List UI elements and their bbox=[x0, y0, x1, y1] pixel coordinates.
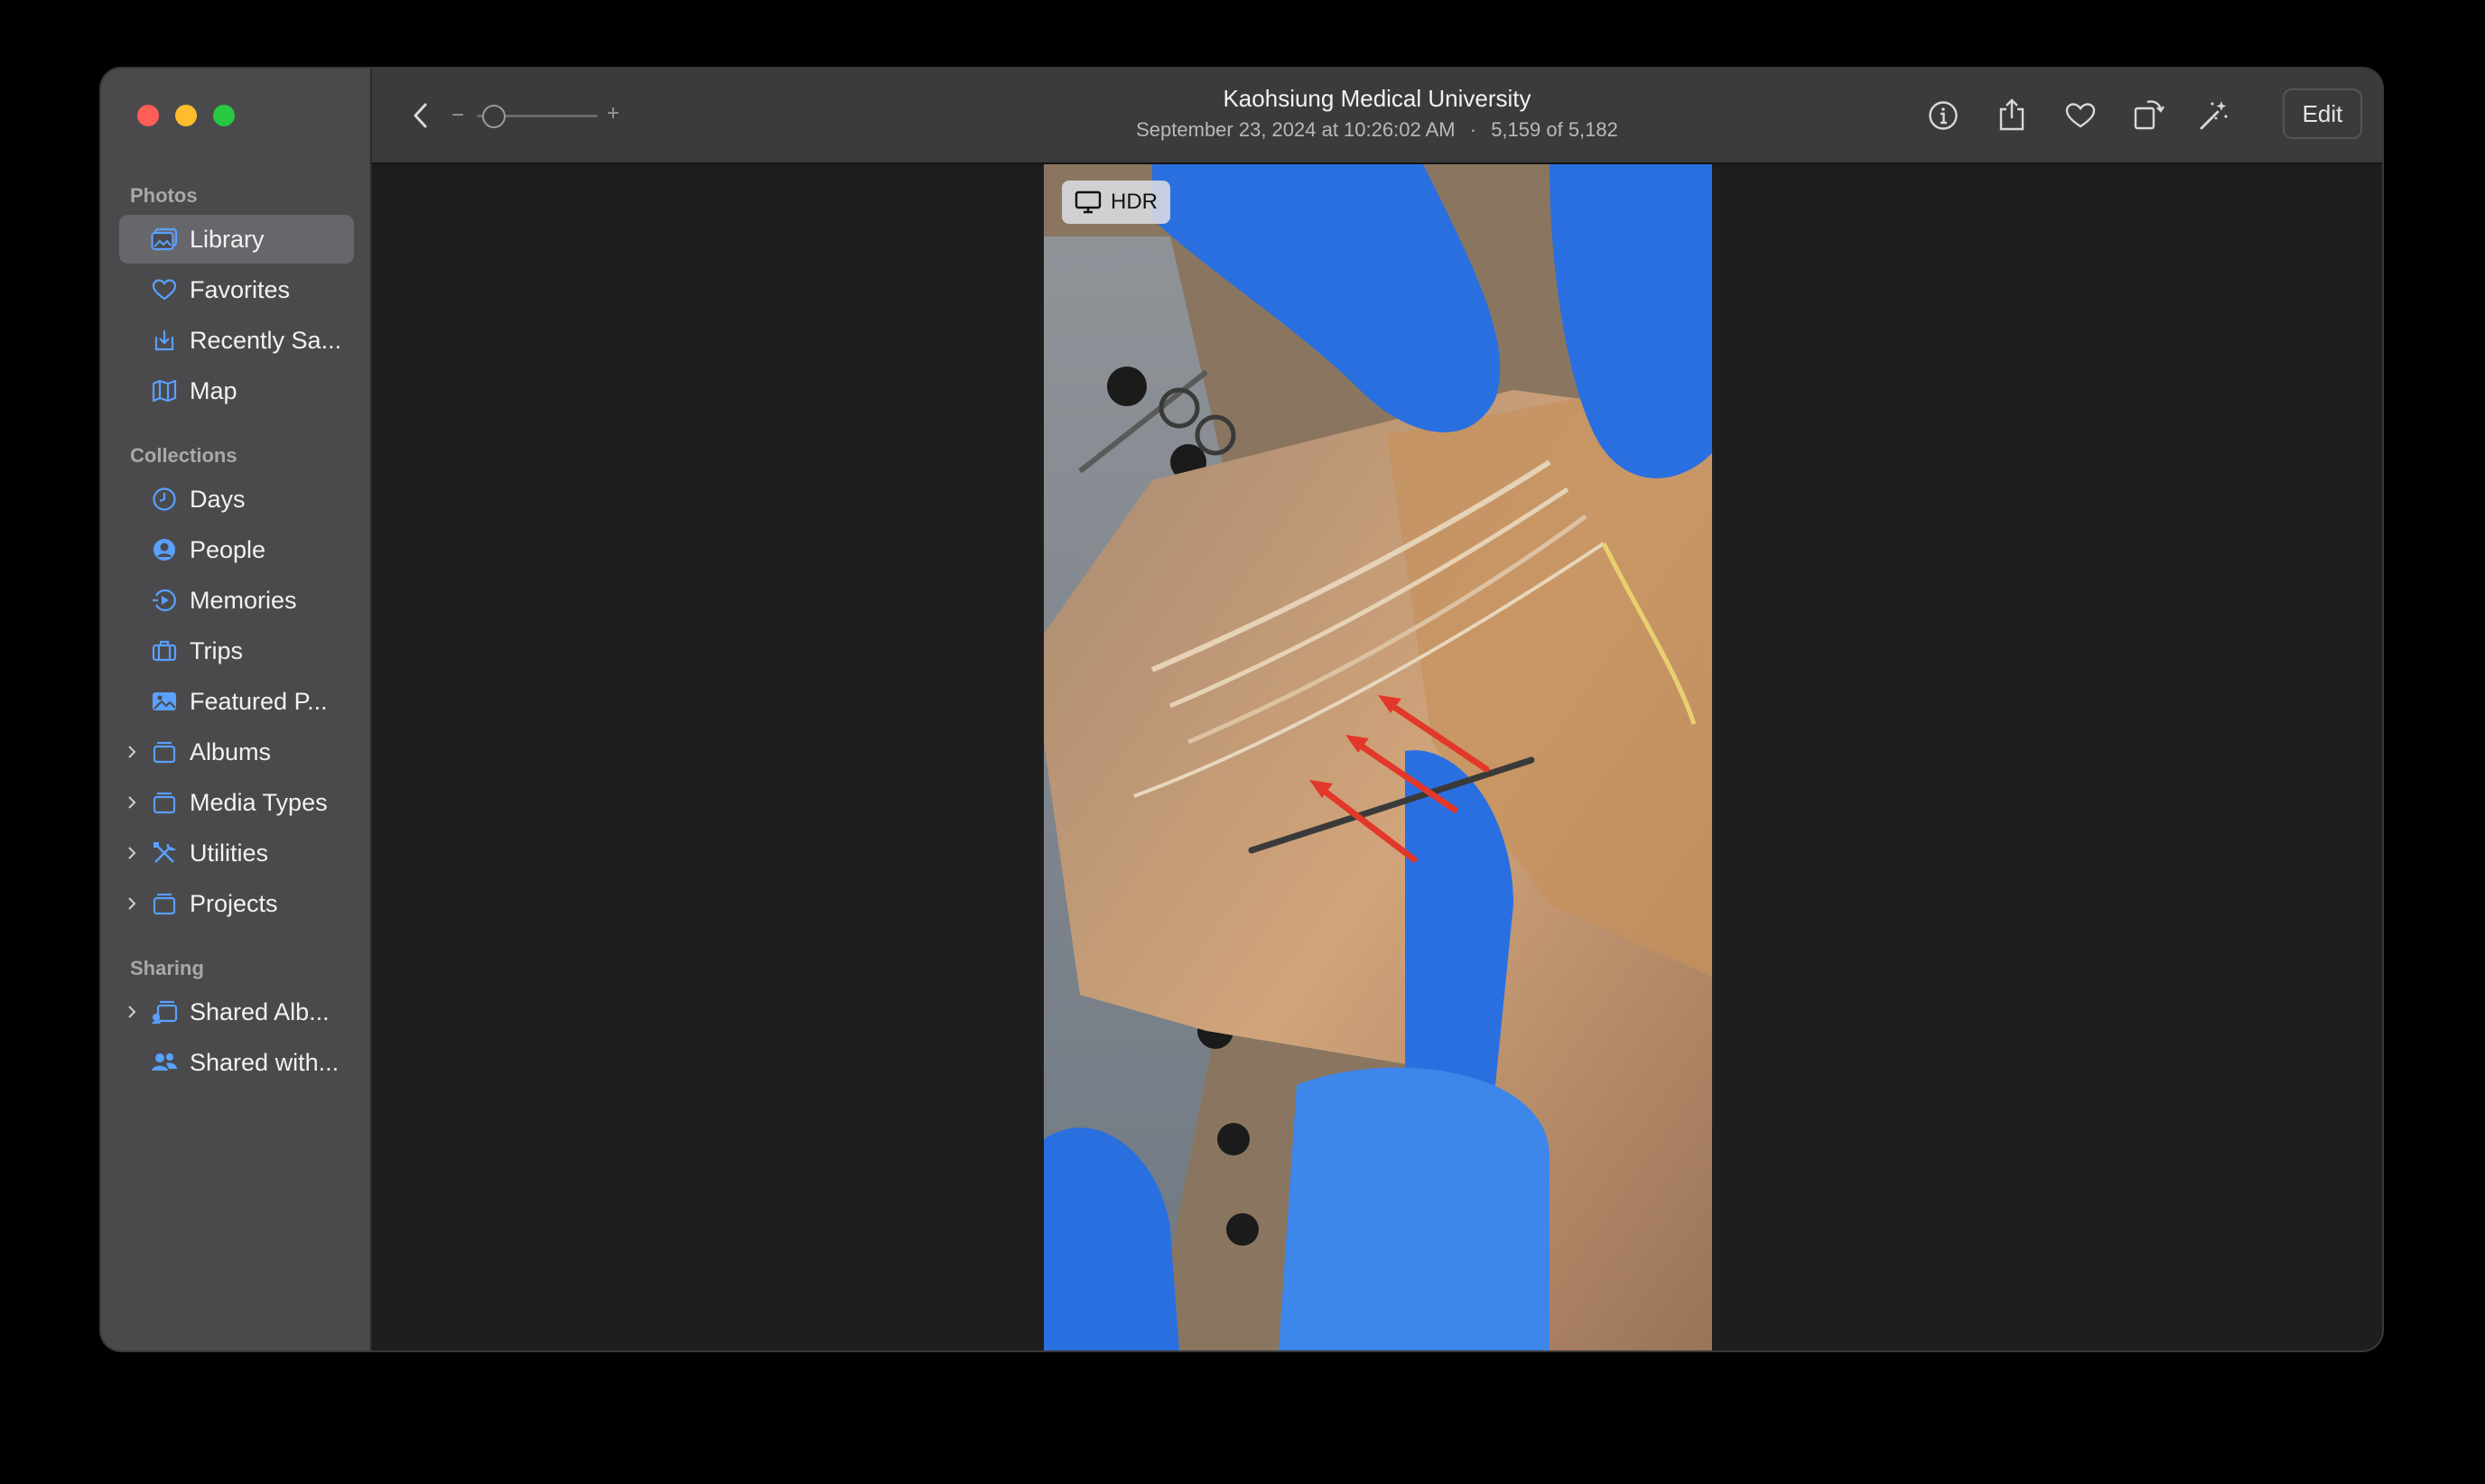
sidebar-item-label: Library bbox=[190, 225, 265, 253]
photo-position: 5,159 of 5,182 bbox=[1491, 118, 1618, 141]
zoom-slider[interactable]: − + bbox=[451, 97, 623, 134]
disclosure-chevron-icon[interactable] bbox=[123, 728, 141, 776]
memories-icon bbox=[150, 586, 179, 615]
window-controls bbox=[137, 105, 235, 126]
disclosure-chevron-icon[interactable] bbox=[123, 988, 141, 1036]
section-header-collections: Collections bbox=[130, 444, 237, 467]
folder-icon bbox=[150, 889, 179, 918]
clock-icon bbox=[150, 485, 179, 514]
close-window-button[interactable] bbox=[137, 105, 159, 126]
zoom-window-button[interactable] bbox=[213, 105, 235, 126]
sidebar-item-label: Map bbox=[190, 376, 237, 404]
sidebar-item-map[interactable]: Map bbox=[119, 366, 354, 415]
magic-wand-icon bbox=[2200, 101, 2228, 130]
sidebar-item-label: Projects bbox=[190, 889, 278, 917]
sidebar-item-label: Shared Alb... bbox=[190, 997, 330, 1025]
zoom-thumb[interactable] bbox=[481, 105, 506, 128]
rotate-button[interactable] bbox=[2129, 92, 2169, 135]
disclosure-chevron-icon[interactable] bbox=[123, 778, 141, 827]
folder-icon bbox=[150, 788, 179, 817]
hdr-label: HDR bbox=[1111, 190, 1158, 214]
section-header-photos: Photos bbox=[130, 184, 198, 207]
library-icon bbox=[150, 225, 179, 254]
sidebar-item-label: Favorites bbox=[190, 275, 291, 303]
person-icon bbox=[150, 535, 179, 564]
minimize-window-button[interactable] bbox=[175, 105, 197, 126]
info-icon bbox=[1929, 101, 1958, 130]
section-header-sharing: Sharing bbox=[130, 957, 204, 979]
shared-with-you-icon bbox=[150, 1048, 179, 1077]
edit-button[interactable]: Edit bbox=[2283, 88, 2362, 139]
photo-date: September 23, 2024 at 10:26:02 AM bbox=[1136, 118, 1456, 141]
sidebar-item-label: Recently Sa... bbox=[190, 326, 342, 354]
folder-icon bbox=[150, 737, 179, 766]
recently-saved-icon bbox=[150, 326, 179, 355]
favorite-button[interactable] bbox=[2061, 96, 2100, 135]
sidebar-item-people[interactable]: People bbox=[119, 525, 354, 574]
sidebar-item-label: Memories bbox=[190, 586, 297, 614]
photos-window: Photos Library Favorites Recently Sa... … bbox=[101, 69, 2382, 1350]
sidebar-item-recently-saved[interactable]: Recently Sa... bbox=[119, 316, 354, 365]
sidebar-item-featured-photos[interactable]: Featured P... bbox=[119, 677, 354, 726]
chevron-left-icon bbox=[414, 103, 427, 128]
map-icon bbox=[150, 376, 179, 405]
sidebar-item-label: Trips bbox=[190, 636, 243, 664]
rotate-icon bbox=[2134, 100, 2165, 130]
heart-icon bbox=[2065, 103, 2096, 128]
disclosure-chevron-icon[interactable] bbox=[123, 829, 141, 877]
shared-albums-icon bbox=[150, 997, 179, 1026]
sidebar-item-label: People bbox=[190, 535, 266, 563]
sidebar-item-memories[interactable]: Memories bbox=[119, 576, 354, 625]
photo-icon bbox=[150, 687, 179, 716]
disclosure-chevron-icon[interactable] bbox=[123, 879, 141, 928]
sidebar-item-shared-albums[interactable]: Shared Alb... bbox=[119, 988, 354, 1036]
display-icon bbox=[1075, 190, 1102, 214]
dissection-photo-image bbox=[1044, 164, 1712, 1350]
sidebar-item-utilities[interactable]: Utilities bbox=[119, 829, 354, 877]
share-icon bbox=[1999, 98, 2024, 131]
heart-icon bbox=[150, 275, 179, 304]
back-button[interactable] bbox=[403, 97, 439, 134]
sidebar-item-favorites[interactable]: Favorites bbox=[119, 265, 354, 314]
sidebar-item-trips[interactable]: Trips bbox=[119, 626, 354, 675]
info-button[interactable] bbox=[1923, 96, 1963, 135]
toolbar: − + Kaohsiung Medical University Septemb… bbox=[372, 69, 2382, 164]
sidebar-item-label: Featured P... bbox=[190, 687, 328, 715]
sidebar-item-shared-with-you[interactable]: Shared with... bbox=[119, 1038, 354, 1087]
sidebar-item-albums[interactable]: Albums bbox=[119, 728, 354, 776]
sidebar-item-projects[interactable]: Projects bbox=[119, 879, 354, 928]
sidebar-item-days[interactable]: Days bbox=[119, 475, 354, 524]
subtitle-separator: · bbox=[1469, 118, 1477, 141]
share-button[interactable] bbox=[1992, 94, 2032, 135]
sidebar-item-media-types[interactable]: Media Types bbox=[119, 778, 354, 827]
photo[interactable]: HDR bbox=[1044, 164, 1712, 1350]
photo-viewer: HDR bbox=[372, 164, 2382, 1350]
zoom-out-label: − bbox=[451, 103, 465, 127]
sidebar-item-label: Days bbox=[190, 485, 246, 513]
enhance-button[interactable] bbox=[2194, 94, 2234, 135]
hdr-badge[interactable]: HDR bbox=[1062, 181, 1170, 224]
tools-icon bbox=[150, 839, 179, 867]
zoom-in-label: + bbox=[607, 101, 620, 125]
sidebar-item-label: Utilities bbox=[190, 839, 269, 867]
sidebar-item-library[interactable]: Library bbox=[119, 215, 354, 264]
sidebar-item-label: Shared with... bbox=[190, 1048, 340, 1076]
sidebar: Photos Library Favorites Recently Sa... … bbox=[101, 69, 372, 1350]
suitcase-icon bbox=[150, 636, 179, 665]
sidebar-item-label: Albums bbox=[190, 737, 272, 765]
sidebar-item-label: Media Types bbox=[190, 788, 328, 816]
